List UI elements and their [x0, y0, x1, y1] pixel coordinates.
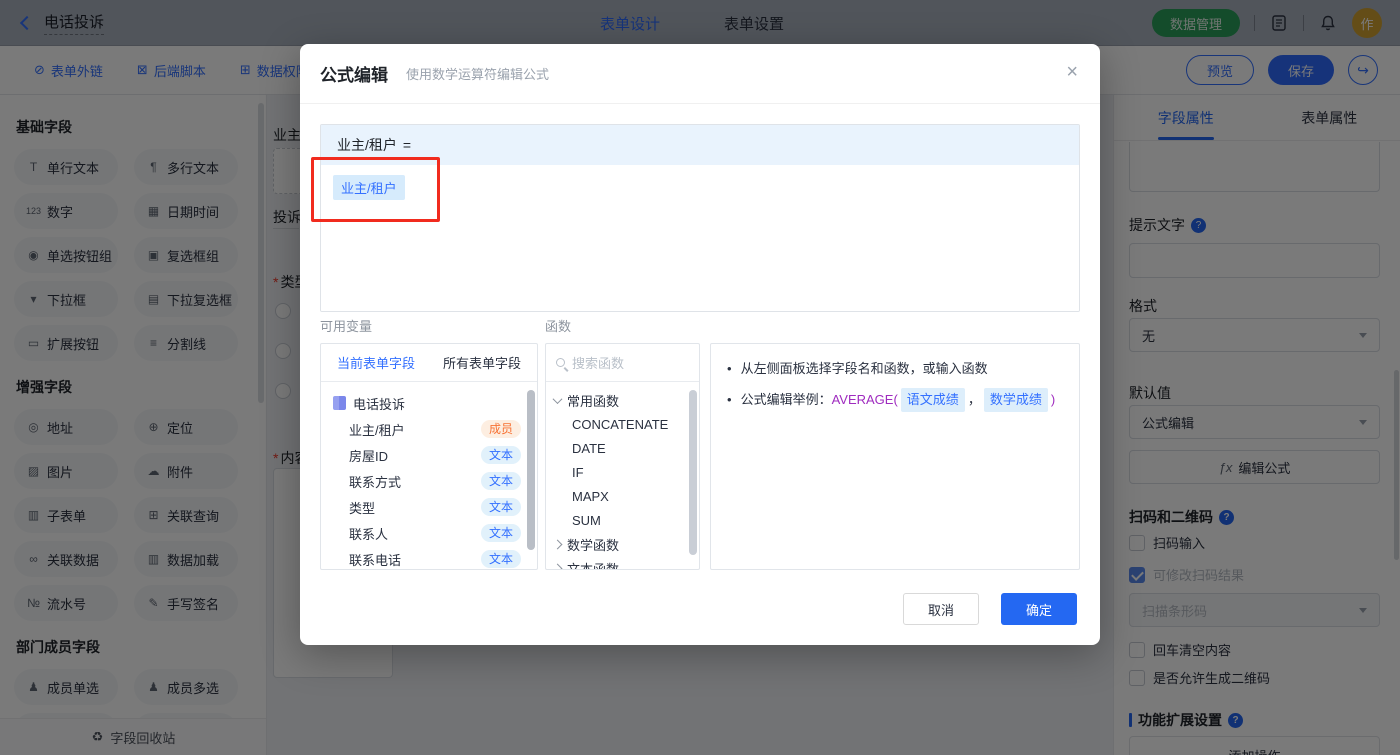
function-item[interactable]: SUM	[546, 508, 699, 532]
type-badge: 文本	[480, 550, 521, 568]
variables-list: 电话投诉 业主/租户 成员 房屋ID 文本 联系方式 文本 类型 文本 联系人 文本 联系…	[321, 382, 537, 569]
functions-list: 常用函数 CONCATENATE DATE IF MAPX SUM 数学函数 文…	[546, 382, 699, 569]
cancel-button[interactable]: 取消	[903, 593, 979, 625]
help-panel: • 从左侧面板选择字段名和函数，或输入函数 • 公式编辑举例： AVERAGE(…	[710, 343, 1080, 570]
bullet: •	[727, 392, 732, 407]
tab-current-form-fields[interactable]: 当前表单字段	[337, 353, 415, 372]
formula-edit-modal: 公式编辑 使用数学运算符编辑公式 × 业主/租户 = 业主/租户 可用变量 函数…	[300, 44, 1100, 645]
formula-target-bar: 业主/租户 =	[321, 125, 1079, 165]
tab-all-form-fields[interactable]: 所有表单字段	[443, 353, 521, 372]
equals-sign: =	[402, 137, 412, 153]
functions-scrollbar[interactable]	[689, 390, 697, 555]
search-placeholder: 搜索函数	[572, 356, 625, 371]
bullet: •	[727, 361, 732, 376]
function-group-text[interactable]: 文本函数	[546, 556, 699, 569]
function-item[interactable]: DATE	[546, 436, 699, 460]
variables-scrollbar[interactable]	[527, 390, 535, 550]
variable-form-row[interactable]: 电话投诉	[321, 390, 537, 416]
functions-panel: 搜索函数 常用函数 CONCATENATE DATE IF MAPX SUM 数…	[545, 343, 700, 570]
type-badge: 文本	[480, 524, 521, 542]
type-badge: 成员	[480, 420, 521, 438]
modal-subtitle: 使用数学运算符编辑公式	[406, 67, 550, 82]
variables-tabs: 当前表单字段 所有表单字段	[321, 344, 537, 382]
confirm-button[interactable]: 确定	[1001, 593, 1077, 625]
example-comma: ，	[967, 392, 981, 407]
function-item[interactable]: IF	[546, 460, 699, 484]
example-function-close: )	[1050, 392, 1056, 407]
variable-row[interactable]: 联系电话 文本	[321, 546, 537, 569]
variable-row[interactable]: 联系人 文本	[321, 520, 537, 546]
variables-label: 可用变量	[320, 319, 373, 334]
function-group-common[interactable]: 常用函数	[546, 388, 699, 412]
variable-row[interactable]: 联系方式 文本	[321, 468, 537, 494]
formula-input-area[interactable]: 业主/租户	[321, 165, 1079, 311]
close-icon[interactable]: ×	[1066, 62, 1078, 82]
type-badge: 文本	[480, 446, 521, 464]
type-badge: 文本	[480, 498, 521, 516]
example-chip-2: 数学成绩	[983, 388, 1048, 412]
formula-field-chip[interactable]: 业主/租户	[333, 175, 405, 200]
help-line-2: • 公式编辑举例： AVERAGE( 语文成绩 ， 数学成绩 )	[727, 388, 1063, 412]
chevron-down-icon	[552, 393, 563, 404]
chevron-right-icon	[552, 563, 563, 569]
variable-row[interactable]: 类型 文本	[321, 494, 537, 520]
type-badge: 文本	[480, 472, 521, 490]
function-item[interactable]: MAPX	[546, 484, 699, 508]
formula-target: 业主/租户	[337, 137, 397, 153]
function-search[interactable]: 搜索函数	[546, 344, 699, 382]
formula-editor: 业主/租户 = 业主/租户	[320, 124, 1080, 312]
form-doc-icon	[333, 396, 346, 410]
functions-label: 函数	[545, 319, 572, 334]
modal-footer: 取消 确定	[903, 593, 1077, 625]
variables-panel: 当前表单字段 所有表单字段 电话投诉 业主/租户 成员 房屋ID 文本 联系方式 文本…	[320, 343, 538, 570]
example-function-open: AVERAGE(	[831, 392, 898, 407]
variable-form-name: 电话投诉	[353, 396, 406, 412]
chevron-right-icon	[552, 539, 563, 549]
variable-row[interactable]: 房屋ID 文本	[321, 442, 537, 468]
modal-header: 公式编辑 使用数学运算符编辑公式 ×	[300, 44, 1100, 104]
function-item[interactable]: CONCATENATE	[546, 412, 699, 436]
function-group-math[interactable]: 数学函数	[546, 532, 699, 556]
modal-title: 公式编辑	[320, 66, 388, 85]
help-line-1: • 从左侧面板选择字段名和函数，或输入函数	[727, 358, 1063, 380]
variable-row[interactable]: 业主/租户 成员	[321, 416, 537, 442]
search-icon	[556, 358, 565, 367]
example-chip-1: 语文成绩	[900, 388, 965, 412]
